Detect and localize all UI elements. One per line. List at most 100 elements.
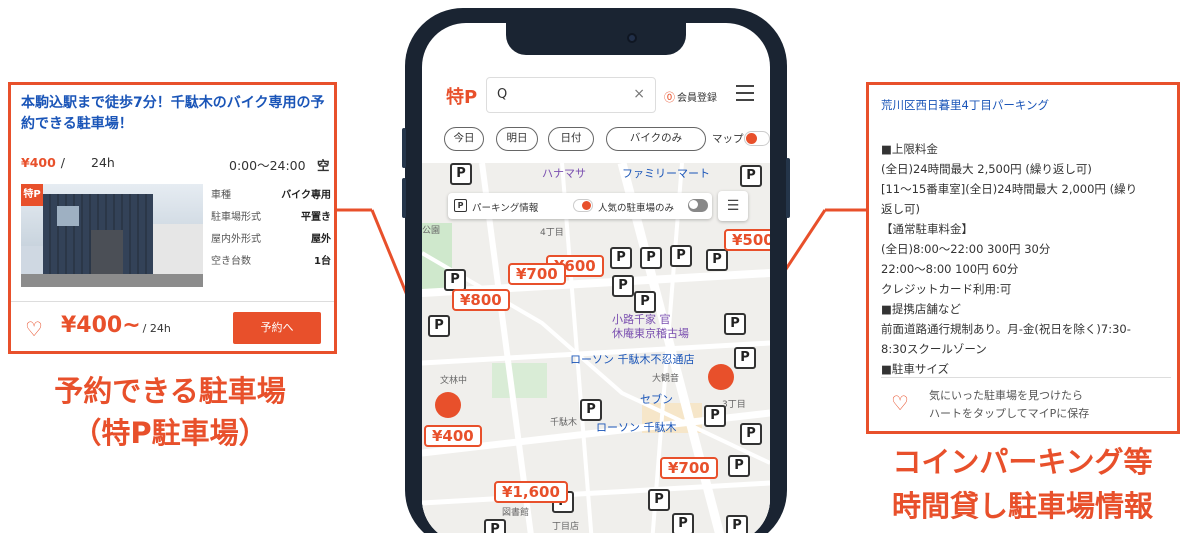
heart-outline-icon[interactable]: ♡ <box>25 318 47 340</box>
selected-location-marker[interactable] <box>435 392 461 418</box>
map-place: セブン <box>640 393 673 406</box>
parking-pin[interactable]: P <box>640 247 662 269</box>
save-hint: 気にいった駐車場を見つけたら ハートをタップしてマイPに保存 <box>929 387 1089 423</box>
spec-key: 屋内外形式 <box>211 234 261 245</box>
spec-key: 空き台数 <box>211 256 251 267</box>
map-place: ローソン 千駄木 <box>596 421 677 434</box>
map-place: 図書館 <box>502 508 530 518</box>
chip-bike-only[interactable]: バイクのみ <box>606 127 706 151</box>
popular-only-toggle[interactable] <box>688 199 708 212</box>
parking-pin[interactable]: P <box>740 423 762 445</box>
price-pin[interactable]: ¥800 <box>452 289 510 311</box>
parking-pin[interactable]: P <box>670 245 692 267</box>
hamburger-menu-icon[interactable] <box>736 85 754 101</box>
price-separator: / <box>60 155 66 170</box>
parking-pin[interactable]: P <box>726 515 748 533</box>
detail-line: ■駐車サイズ <box>881 362 950 376</box>
volume-button <box>402 128 406 168</box>
spec-row: 空き台数 1台 <box>211 252 331 274</box>
clear-icon[interactable]: × <box>633 86 645 102</box>
legend-popular-label: 人気の駐車場のみ <box>598 203 675 214</box>
coin-parking-card[interactable]: 荒川区西日暮里4丁目パーキング ■上限料金 (全日)24時間最大 2,500円 … <box>866 82 1180 434</box>
parking-pin[interactable]: P <box>634 291 656 313</box>
price-value: ¥400 <box>21 155 56 170</box>
member-register-link[interactable]: ⓪ 会員登録 <box>664 89 717 105</box>
save-hint-line: ハートをタップしてマイPに保存 <box>929 407 1090 420</box>
user-circle-icon: ⓪ <box>664 91 675 104</box>
parking-details: ■上限料金 (全日)24時間最大 2,500円 (繰り返し可) [11〜15番車… <box>881 139 1176 379</box>
big-price-value: ¥400~ <box>61 313 141 338</box>
map-legend-bar: P パーキング情報 人気の駐車場のみ <box>448 193 712 219</box>
map-place: 文林中 <box>440 376 468 386</box>
price-pin[interactable]: ¥700 <box>508 263 566 285</box>
detail-line: 返し可) <box>881 202 920 216</box>
parking-pin[interactable]: P <box>450 163 472 185</box>
chip-date[interactable]: 日付 <box>548 127 594 151</box>
detail-line: 8:30スクールゾーン <box>881 342 987 356</box>
parking-pin[interactable]: P <box>704 405 726 427</box>
price-pin[interactable]: ¥500 <box>724 229 770 251</box>
chip-today[interactable]: 今日 <box>444 127 484 151</box>
camera-icon <box>627 33 637 43</box>
detail-line: ■提携店舗など <box>881 302 961 316</box>
map-place: 丁目店 <box>552 522 580 532</box>
map-place: 公園 <box>422 226 441 236</box>
parking-pin[interactable]: P <box>728 455 750 477</box>
detail-line: [11〜15番車室](全日)24時間最大 2,000円 (繰り <box>881 182 1138 196</box>
spec-value: 平置き <box>301 212 331 223</box>
spec-row: 屋内外形式 屋外 <box>211 230 331 252</box>
detail-line: 前面道路通行規制あり。月-金(祝日を除く)7:30- <box>881 322 1131 336</box>
parking-pin[interactable]: P <box>612 275 634 297</box>
filter-bar: 今日 明日 日付 バイクのみ マップ <box>444 127 770 155</box>
map-view[interactable]: P パーキング情報 人気の駐車場のみ ☰ ハナマサ ファミリーマート 4丁目 公… <box>422 163 770 533</box>
search-input[interactable]: Q × <box>486 77 656 113</box>
price-pin[interactable]: ¥1,600 <box>494 481 568 503</box>
member-register-label: 会員登録 <box>677 93 717 104</box>
parking-pin[interactable]: P <box>648 489 670 511</box>
availability-badge: 空 <box>317 158 330 173</box>
parking-pin[interactable]: P <box>706 249 728 271</box>
notch <box>506 23 686 55</box>
search-icon: Q <box>497 87 508 102</box>
app-logo[interactable]: 特P <box>446 83 477 109</box>
parking-pin[interactable]: P <box>610 247 632 269</box>
parking-pin[interactable]: P <box>484 519 506 533</box>
parking-pin[interactable]: P <box>740 165 762 187</box>
parking-title[interactable]: 本駒込駅まで徒歩7分！千駄木のバイク専用の予約できる駐車場！ <box>21 93 331 135</box>
caption-reservable: 予約できる駐車場 （特P駐車場） <box>0 370 340 454</box>
parking-pin[interactable]: P <box>724 313 746 335</box>
spec-key: 車種 <box>211 190 231 201</box>
chip-tomorrow[interactable]: 明日 <box>496 127 538 151</box>
parking-pin[interactable]: P <box>580 399 602 421</box>
big-price: ¥400~/ 24h <box>61 313 171 338</box>
spec-value: バイク専用 <box>281 190 331 201</box>
parking-info-toggle[interactable] <box>573 199 593 212</box>
map-place: 大観音 <box>652 374 680 384</box>
parking-pin[interactable]: P <box>734 347 756 369</box>
phone-frame: 特P Q × ⓪ 会員登録 今日 明日 日付 バイクのみ マップ P パーキング… <box>402 8 790 533</box>
reserve-button[interactable]: 予約へ <box>233 312 321 344</box>
phone-screen: 特P Q × ⓪ 会員登録 今日 明日 日付 バイクのみ マップ P パーキング… <box>422 23 770 533</box>
map-place: ファミリーマート <box>622 167 710 180</box>
price-pin[interactable]: ¥400 <box>424 425 482 447</box>
detail-line: クレジットカード利用:可 <box>881 282 1012 296</box>
map-toggle[interactable] <box>744 131 770 146</box>
map-place: ハナマサ <box>542 167 586 180</box>
parking-pin[interactable]: P <box>428 315 450 337</box>
app-header: 特P Q × ⓪ 会員登録 <box>422 71 770 119</box>
filter-settings-icon[interactable]: ☰ <box>718 191 748 221</box>
reservable-parking-card[interactable]: 本駒込駅まで徒歩7分！千駄木のバイク専用の予約できる駐車場！ ¥400 / 24h… <box>8 82 337 354</box>
promo-stage: 本駒込駅まで徒歩7分！千駄木のバイク専用の予約できる駐車場！ ¥400 / 24h… <box>0 0 1185 533</box>
price-pin[interactable]: ¥700 <box>660 457 718 479</box>
selected-location-marker[interactable] <box>708 364 734 390</box>
spec-value: 1台 <box>314 256 331 267</box>
parking-title[interactable]: 荒川区西日暮里4丁目パーキング <box>881 97 1049 113</box>
spec-row: 駐車場形式 平置き <box>211 208 331 230</box>
parking-pin[interactable]: P <box>444 269 466 291</box>
map-place: ローソン 千駄木不忍通店 <box>570 353 695 366</box>
caption-coin-parking: コインパーキング等 時間貸し駐車場情報 <box>860 440 1185 528</box>
spec-key: 駐車場形式 <box>211 212 261 223</box>
parking-pin[interactable]: P <box>672 513 694 533</box>
divider <box>881 377 1171 378</box>
heart-outline-icon[interactable]: ♡ <box>891 391 909 415</box>
